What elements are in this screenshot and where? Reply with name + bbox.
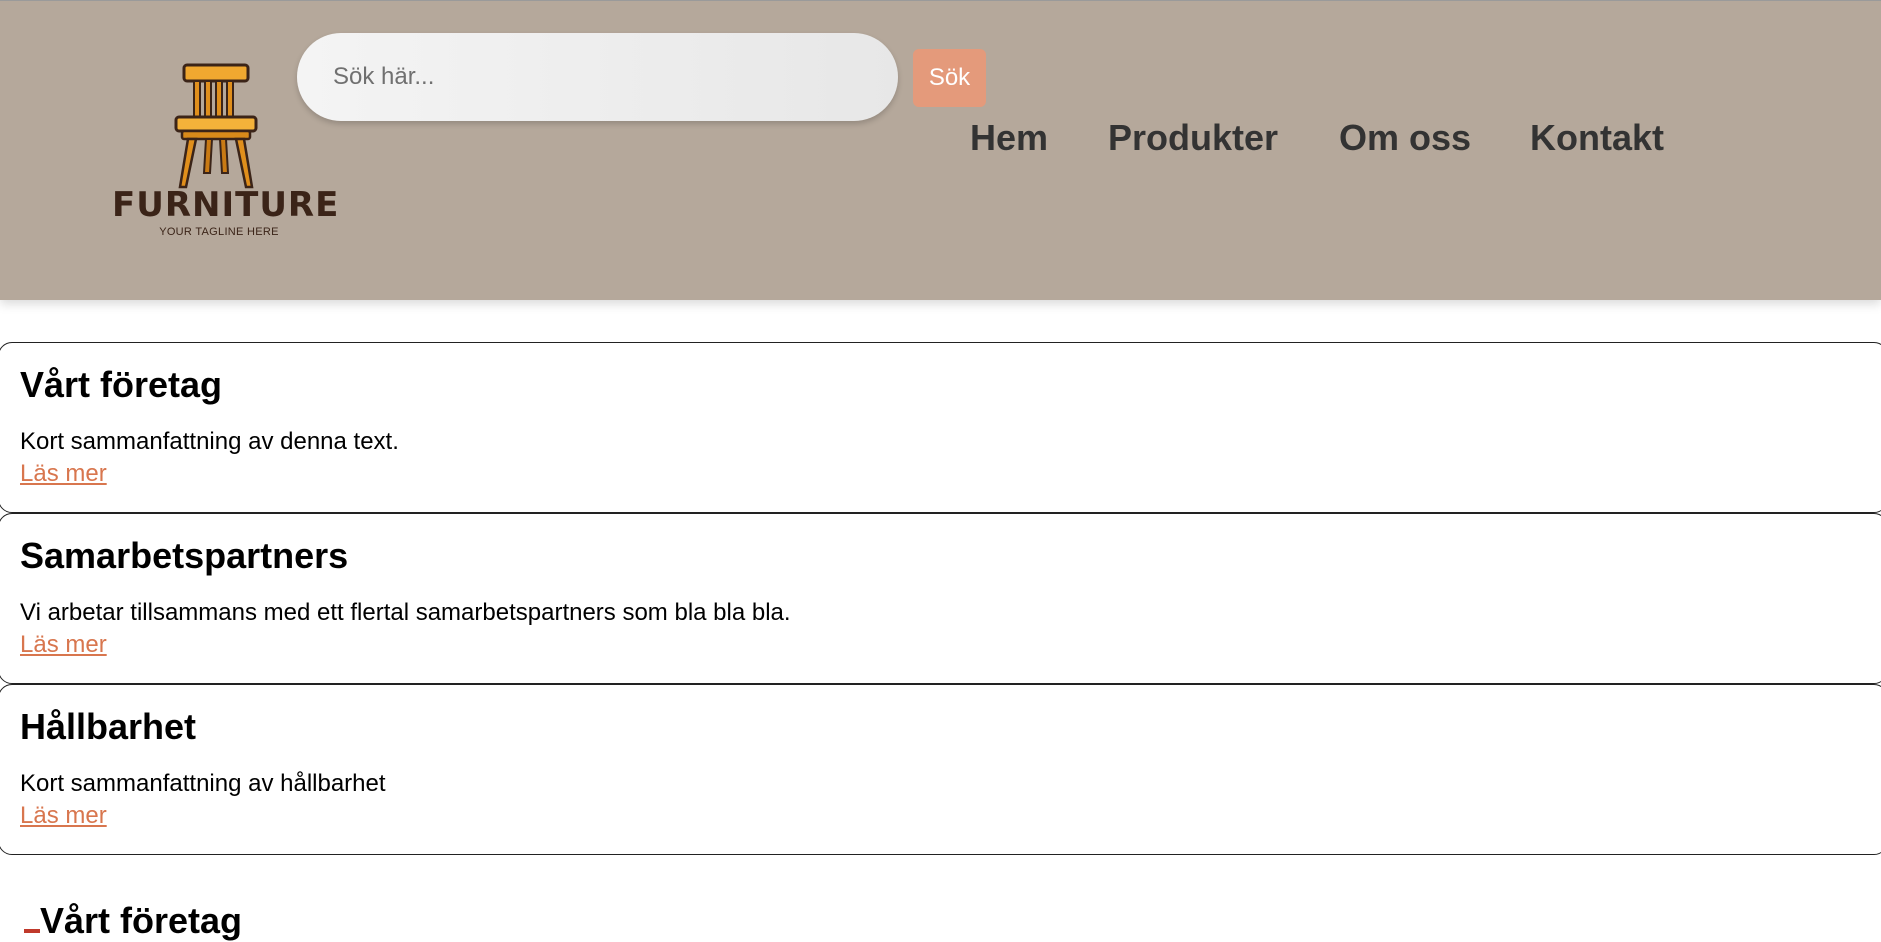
nav-item-om-oss[interactable]: Om oss [1339, 117, 1471, 159]
card-text: Vi arbetar tillsammans med ett flertal s… [20, 599, 791, 626]
nav-item-kontakt[interactable]: Kontakt [1530, 117, 1664, 159]
card-text: Kort sammanfattning av denna text. [20, 428, 399, 455]
card-title: Vårt företag [20, 364, 223, 405]
logo-wordmark: FURNITURE [112, 185, 340, 225]
logo[interactable]: FURNITURE YOUR TAGLINE HERE [112, 63, 340, 241]
chair-icon [174, 63, 258, 189]
section-heading: Vårt företag [24, 900, 242, 942]
read-more-link[interactable]: Läs mer [20, 802, 107, 830]
logo-tagline: YOUR TAGLINE HERE [159, 226, 279, 238]
section-heading-text: Vårt företag [40, 900, 243, 941]
nav-item-hem[interactable]: Hem [970, 117, 1048, 159]
read-more-link[interactable]: Läs mer [20, 631, 107, 659]
nav-item-produkter[interactable]: Produkter [1108, 117, 1278, 159]
search-input[interactable] [297, 33, 898, 121]
card-partners: Samarbetspartners Vi arbetar tillsammans… [0, 513, 1881, 684]
card-company: Vårt företag Kort sammanfattning av denn… [0, 342, 1881, 513]
site-header: FURNITURE YOUR TAGLINE HERE Sök Hem Prod… [0, 0, 1881, 300]
card-title: Samarbetspartners [20, 535, 349, 576]
card-title: Hållbarhet [20, 706, 197, 747]
search-button[interactable]: Sök [913, 49, 986, 107]
card-text: Kort sammanfattning av hållbarhet [20, 770, 386, 797]
heading-dash-icon [24, 929, 40, 934]
read-more-link[interactable]: Läs mer [20, 460, 107, 488]
card-sustainability: Hållbarhet Kort sammanfattning av hållba… [0, 684, 1881, 855]
